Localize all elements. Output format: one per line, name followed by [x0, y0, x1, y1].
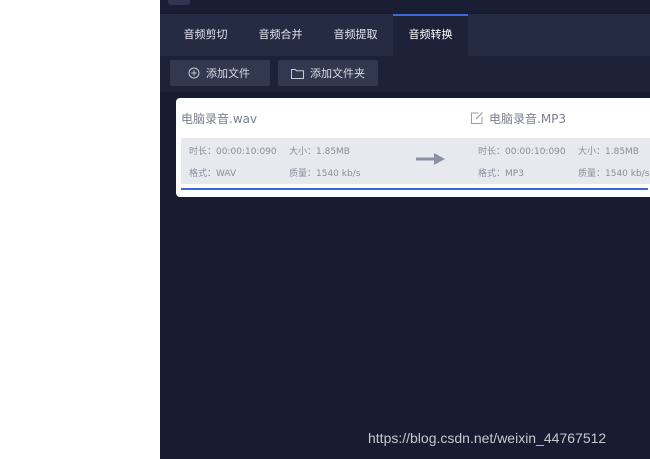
plus-circle-icon	[188, 67, 200, 79]
source-size: 大小：1.85MB	[289, 147, 350, 157]
tab-audio-cut[interactable]: 音频剪切	[168, 14, 243, 56]
source-file-name: 电脑录音.wav	[181, 112, 258, 126]
target-duration: 时长：00:00:10:090	[478, 147, 566, 157]
target-format[interactable]: 格式：MP3	[478, 166, 524, 179]
app-window: 音频剪切 音频合并 音频提取 音频转换 添加文件 添加文件夹 电脑录音.wav	[160, 0, 650, 459]
tab-audio-merge[interactable]: 音频合并	[243, 14, 318, 56]
source-duration: 时长：00:00:10:090	[189, 147, 277, 157]
source-format: 格式：WAV	[189, 169, 237, 179]
tab-bar: 音频剪切 音频合并 音频提取 音频转换	[160, 14, 650, 56]
file-list: 电脑录音.wav 电脑录音.MP3 时长：00:00:10:090 大小：1.8…	[160, 92, 650, 459]
window-control[interactable]	[168, 0, 190, 5]
add-file-button[interactable]: 添加文件	[170, 60, 270, 86]
target-size: 大小：1.85MB	[578, 147, 639, 157]
target-file-name[interactable]: 电脑录音.MP3	[489, 110, 566, 127]
watermark-text: https://blog.csdn.net/weixin_44767512	[368, 430, 607, 446]
arrow-right-icon	[416, 153, 445, 165]
file-item[interactable]: 电脑录音.wav 电脑录音.MP3 时长：00:00:10:090 大小：1.8…	[176, 98, 650, 197]
add-folder-label: 添加文件夹	[310, 67, 365, 80]
tab-audio-extract[interactable]: 音频提取	[318, 14, 393, 56]
source-quality: 质量：1540 kb/s	[289, 169, 361, 179]
tab-audio-convert[interactable]: 音频转换	[393, 14, 468, 56]
title-strip	[160, 0, 650, 13]
toolbar: 添加文件 添加文件夹	[160, 56, 650, 92]
conversion-progress-bar	[181, 188, 648, 190]
edit-icon[interactable]	[470, 111, 484, 125]
add-file-label: 添加文件	[206, 67, 250, 80]
left-blank-area	[0, 0, 160, 459]
target-quality: 质量：1540 kb/s	[578, 169, 650, 179]
folder-icon	[291, 68, 304, 79]
add-folder-button[interactable]: 添加文件夹	[278, 60, 378, 86]
